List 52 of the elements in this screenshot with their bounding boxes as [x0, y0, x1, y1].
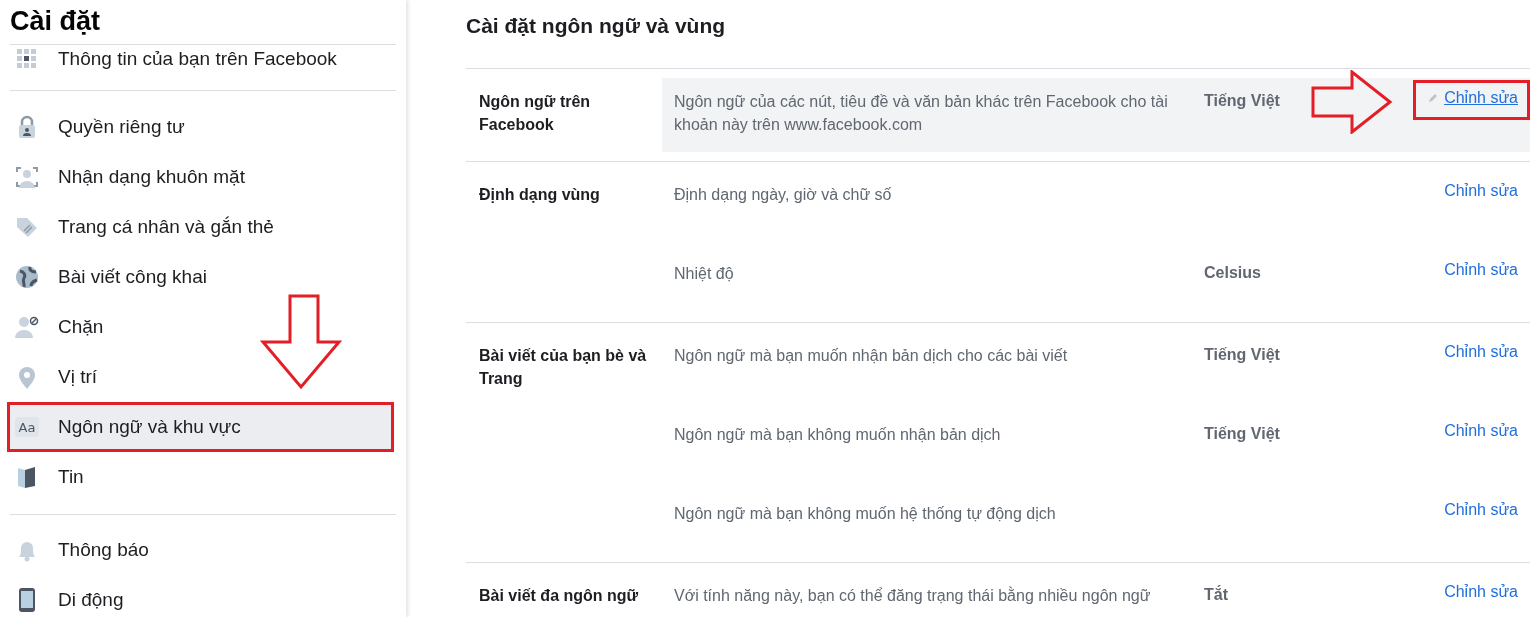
sidebar-item[interactable]: Chặn — [7, 302, 394, 352]
globe-icon — [14, 264, 40, 290]
sidebar-item-label: Chặn — [58, 316, 104, 338]
section-label: Bài viết đa ngôn ngữ — [478, 586, 640, 606]
sidebar-item[interactable]: Vị trí — [7, 352, 394, 402]
edit-link[interactable]: Chỉnh sửa — [1444, 341, 1518, 363]
sidebar-item[interactable]: Aa Ngôn ngữ và khu vực — [7, 402, 394, 452]
edit-link[interactable]: Chỉnh sửa — [1444, 581, 1518, 603]
section-label: Bài viết của bạn bè và Trang — [478, 346, 648, 389]
sidebar-item-label: Tin — [58, 466, 84, 488]
sidebar-item[interactable]: Quyền riêng tư — [7, 102, 394, 152]
sidebar-item-label: Thông tin của bạn trên Facebook — [58, 48, 337, 70]
sidebar-item[interactable]: Di động — [7, 575, 394, 617]
edit-link[interactable]: Chỉnh sửa — [1444, 420, 1518, 442]
sidebar-item-label: Vị trí — [58, 366, 98, 388]
sidebar-item-label: Trang cá nhân và gắn thẻ — [58, 216, 274, 238]
blocked-user-icon — [14, 314, 40, 340]
edit-link[interactable]: Chỉnh sửa — [1444, 87, 1518, 109]
text-size-icon: Aa — [14, 414, 40, 440]
setting-value: Tiếng Việt — [1204, 92, 1280, 109]
edit-link[interactable]: Chỉnh sửa — [1444, 180, 1518, 202]
sidebar-item[interactable]: Thông báo — [7, 525, 394, 575]
setting-description: Nhiệt độ — [674, 264, 735, 284]
setting-value: Tắt — [1204, 586, 1228, 603]
page-title: Cài đặt ngôn ngữ và vùng — [466, 13, 726, 39]
setting-value: Tiếng Việt — [1204, 346, 1280, 363]
setting-description: Ngôn ngữ mà bạn muốn nhận bản dịch cho các bài viết — [674, 346, 1069, 366]
setting-value: Tiếng Việt — [1204, 425, 1280, 442]
setting-description: Ngôn ngữ của các nút, tiêu đề và văn bản khác trên Facebook cho tài khoản này trên www.facebook.com — [674, 92, 1169, 135]
section-label: Định dạng vùng — [478, 185, 601, 205]
edit-link[interactable]: Chỉnh sửa — [1444, 499, 1518, 521]
pencil-icon — [1428, 93, 1439, 103]
sidebar-item[interactable]: Bài viết công khai — [7, 252, 394, 302]
sidebar-item-label: Ngôn ngữ và khu vực — [58, 416, 241, 438]
sidebar-item[interactable]: Tin — [7, 452, 394, 502]
sidebar-item[interactable]: Trang cá nhân và gắn thẻ — [7, 202, 394, 252]
setting-description: Định dạng ngày, giờ và chữ số — [674, 185, 893, 205]
setting-description: Ngôn ngữ mà bạn không muốn hệ thống tự động dịch — [674, 504, 1057, 524]
sidebar-title: Cài đặt — [10, 5, 101, 38]
sidebar-item-label: Bài viết công khai — [58, 266, 207, 288]
sidebar-item-label: Thông báo — [58, 539, 149, 561]
sidebar-item-label: Nhận dạng khuôn mặt — [58, 166, 245, 188]
sidebar-item-label: Di động — [58, 589, 124, 611]
section-label: Ngôn ngữ trên Facebook — [478, 92, 592, 135]
sidebar-item-label: Quyền riêng tư — [58, 116, 185, 138]
sidebar-item[interactable]: Nhận dạng khuôn mặt — [7, 152, 394, 202]
setting-value: Celsius — [1204, 264, 1261, 281]
face-scan-icon — [14, 164, 40, 190]
setting-description: Với tính năng này, bạn có thể đăng trạng thái bằng nhiều ngôn ngữ — [674, 585, 1152, 606]
sidebar-item[interactable]: Thông tin của bạn trên Facebook — [7, 45, 394, 73]
edit-link[interactable]: Chỉnh sửa — [1444, 259, 1518, 281]
setting-description: Ngôn ngữ mà bạn không muốn nhận bản dịch — [674, 425, 1002, 445]
